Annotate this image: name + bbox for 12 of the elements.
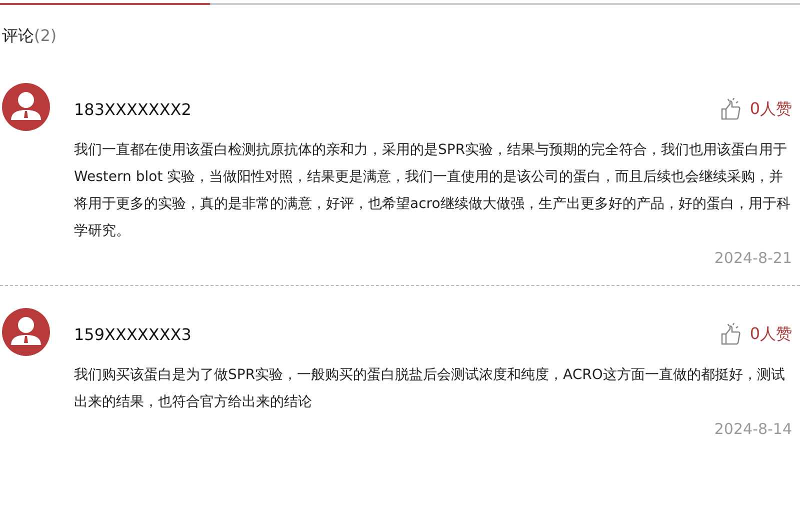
comment-text: 我们购买该蛋白是为了做SPR实验，一般购买的蛋白脱盐后会测试浓度和纯度，ACRO这方面一直做的都挺好，测试出来的结果，也符合官方给出来的结论 (74, 366, 786, 412)
comment-count: (2) (34, 25, 57, 47)
username: 159XXXXXXX3 (74, 324, 192, 344)
comment-date: 2024-8-14 (714, 420, 792, 438)
avatar-icon (2, 308, 50, 356)
avatar-icon (2, 83, 50, 131)
comment-date: 2024-8-21 (714, 249, 792, 267)
like-button[interactable]: 0人赞 (720, 323, 792, 345)
comments-title: 评论 (2, 25, 34, 47)
username: 183XXXXXXX2 (74, 100, 192, 118)
comment-text: 我们一直都在使用该蛋白检测抗原抗体的亲和力，采用的是SPR实验，结果与预期的完全符合，我们也用该蛋白用于Western blot 实验，当做阳性对照，结果更是满意，我们一直使用的是该公司的蛋白，而且后续也会继续采购，并将用于更多的实验，真的是非常的满意，好评，也希望acro继续做大做强，生产出更多好的产品，好的蛋白，用于科学研究。 (74, 141, 792, 241)
like-button[interactable]: 0人赞 (720, 98, 792, 120)
